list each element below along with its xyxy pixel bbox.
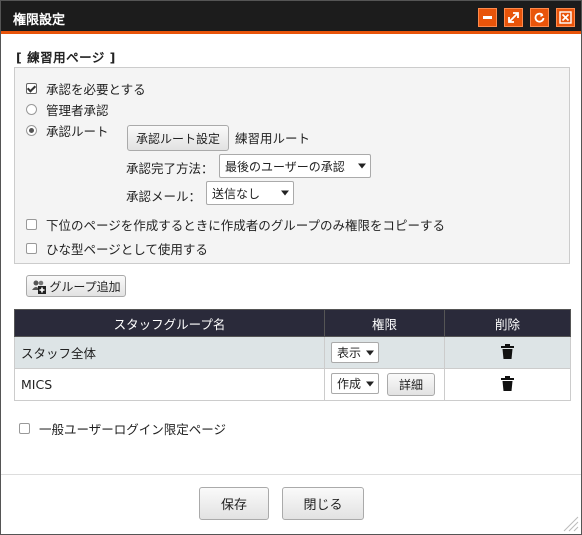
route-approval-label: 承認ルート xyxy=(46,124,109,139)
resize-grip-icon[interactable] xyxy=(559,512,579,532)
route-name: 練習用ルート xyxy=(235,131,311,146)
group-name: スタッフ全体 xyxy=(14,336,325,369)
template-page-label: ひな型ページとして使用する xyxy=(46,242,208,257)
add-group-button[interactable]: グループ追加 xyxy=(26,275,126,297)
chevron-down-icon xyxy=(281,190,289,196)
admin-approval-row[interactable]: 管理者承認 xyxy=(26,100,109,119)
trash-icon[interactable] xyxy=(501,375,514,391)
close-button[interactable]: 閉じる xyxy=(282,487,364,520)
title-bar: 権限設定 xyxy=(1,1,581,34)
delete-cell xyxy=(444,368,571,401)
permission-cell: 表示 xyxy=(324,336,445,369)
template-page-row[interactable]: ひな型ページとして使用する xyxy=(26,239,208,258)
admin-approval-radio[interactable] xyxy=(26,104,37,115)
column-header-group: スタッフグループ名 xyxy=(14,309,325,337)
approval-mail-label: 承認メール： xyxy=(126,189,202,204)
close-icon xyxy=(559,11,572,24)
permission-dialog: 権限設定 [ 練習用ページ ] 承認を必要とする 管理者承認 承認ルート 承認ル… xyxy=(0,0,582,535)
page-name: [ 練習用ページ ] xyxy=(16,50,116,65)
complete-method-select[interactable]: 最後のユーザーの承認 xyxy=(219,154,371,178)
minimize-button[interactable] xyxy=(478,8,497,27)
login-limited-row[interactable]: 一般ユーザーログイン限定ページ xyxy=(19,419,226,438)
require-approval-row[interactable]: 承認を必要とする xyxy=(26,79,146,98)
refresh-button[interactable] xyxy=(530,8,549,27)
permission-cell: 作成 詳細 xyxy=(324,368,445,401)
template-page-checkbox[interactable] xyxy=(26,243,37,254)
chevron-down-icon xyxy=(366,350,374,355)
login-limited-label: 一般ユーザーログイン限定ページ xyxy=(39,422,227,437)
refresh-icon xyxy=(534,12,545,23)
chevron-down-icon xyxy=(366,381,374,386)
copy-group-permission-label: 下位のページを作成するときに作成者のグループのみ権限をコピーする xyxy=(46,218,446,233)
complete-method-label: 承認完了方法： xyxy=(126,161,214,176)
column-header-permission: 権限 xyxy=(324,309,445,337)
window-title: 権限設定 xyxy=(13,13,66,28)
copy-group-permission-checkbox[interactable] xyxy=(26,219,37,230)
expand-icon xyxy=(508,12,519,23)
delete-cell xyxy=(444,336,571,369)
detail-button[interactable]: 詳細 xyxy=(386,373,435,396)
trash-icon[interactable] xyxy=(501,343,514,359)
route-settings-button[interactable]: 承認ルート設定 xyxy=(127,125,229,151)
permission-select[interactable]: 表示 xyxy=(331,342,379,363)
save-button[interactable]: 保存 xyxy=(199,487,269,520)
minimize-icon xyxy=(483,16,492,19)
permission-value: 表示 xyxy=(337,346,362,360)
approval-settings-panel: 承認を必要とする 管理者承認 承認ルート 承認ルート設定 練習用ルート 承認完了… xyxy=(14,67,570,264)
close-window-button[interactable] xyxy=(556,8,575,27)
require-approval-label: 承認を必要とする xyxy=(46,82,146,97)
admin-approval-label: 管理者承認 xyxy=(46,103,109,118)
column-header-delete: 削除 xyxy=(444,309,571,337)
group-name: MICS xyxy=(14,368,325,401)
table-row: MICS 作成 詳細 xyxy=(14,368,571,401)
permission-value: 作成 xyxy=(337,377,362,391)
permission-select[interactable]: 作成 xyxy=(331,373,379,394)
group-add-icon xyxy=(32,280,47,294)
add-group-label: グループ追加 xyxy=(49,279,121,294)
route-approval-row[interactable]: 承認ルート xyxy=(26,121,109,140)
chevron-down-icon xyxy=(358,163,366,169)
footer-divider xyxy=(1,474,581,475)
require-approval-checkbox[interactable] xyxy=(26,83,37,94)
approval-mail-select[interactable]: 送信なし xyxy=(206,181,294,205)
route-approval-radio[interactable] xyxy=(26,125,37,136)
staff-group-table: スタッフグループ名 権限 削除 スタッフ全体 表示 MICS 作成 詳細 xyxy=(14,309,571,401)
complete-method-value: 最後のユーザーの承認 xyxy=(225,159,345,174)
copy-group-permission-row[interactable]: 下位のページを作成するときに作成者のグループのみ権限をコピーする xyxy=(26,215,445,234)
login-limited-checkbox[interactable] xyxy=(19,423,30,434)
maximize-button[interactable] xyxy=(504,8,523,27)
table-row: スタッフ全体 表示 xyxy=(14,336,571,369)
approval-mail-value: 送信なし xyxy=(212,186,261,201)
